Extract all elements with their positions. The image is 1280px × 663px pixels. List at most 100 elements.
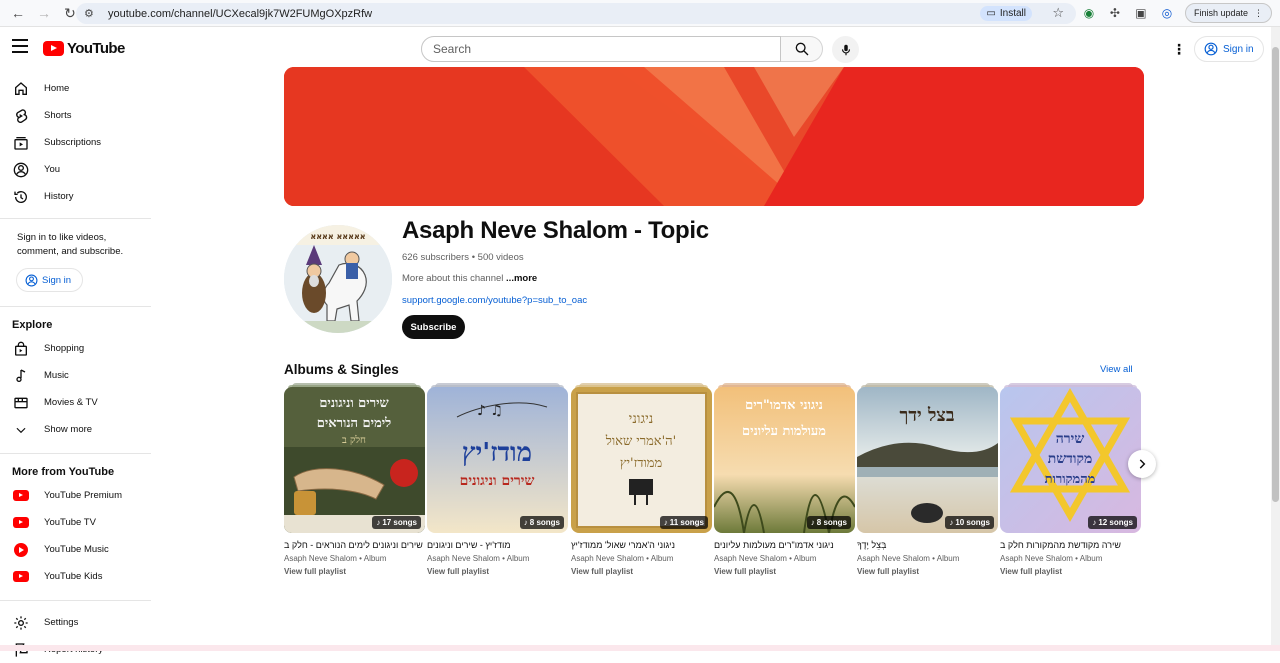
album-card[interactable]: שירים וניגונים לימים הנוראים חלק ב ♪17 s… xyxy=(284,387,425,576)
album-thumbnail[interactable]: שירים וניגונים לימים הנוראים חלק ב ♪17 s… xyxy=(284,387,425,533)
album-subtitle: Asaph Neve Shalom • Album xyxy=(427,554,568,563)
sidebar-label: Home xyxy=(44,83,69,94)
carousel-next-button[interactable] xyxy=(1128,450,1156,478)
forward-icon[interactable]: → xyxy=(34,3,54,23)
youtube-play-icon xyxy=(43,41,64,56)
sidebar-label: Subscriptions xyxy=(44,137,101,148)
sidebar-label: YouTube Premium xyxy=(44,490,122,501)
songs-count: 8 songs xyxy=(530,518,560,527)
album-card[interactable]: ניגוני אדמו"רים מעולמות עליונים ♪8 songs… xyxy=(714,387,855,576)
album-title[interactable]: שירים וניגונים לימים הנוראים - חלק ב xyxy=(284,539,425,552)
channel-description[interactable]: More about this channel ...more xyxy=(402,273,537,284)
youtube-logo[interactable]: YouTube xyxy=(43,40,125,57)
songs-count-badge: ♪8 songs xyxy=(520,516,564,529)
album-title[interactable]: מודז'יץ - שירים וניגונים xyxy=(427,539,568,552)
scrollbar-thumb[interactable] xyxy=(1272,47,1279,502)
view-playlist-link[interactable]: View full playlist xyxy=(571,567,712,576)
voice-search-button[interactable] xyxy=(832,36,859,63)
sidebar-label: Movies & TV xyxy=(44,397,98,408)
channel-link[interactable]: support.google.com/youtube?p=sub_to_oac xyxy=(402,295,587,306)
songs-count-badge: ♪12 songs xyxy=(1088,516,1137,529)
album-thumbnail[interactable]: ניגוני ה'אמרי שאול' ממודז'יץ ♪11 songs xyxy=(571,387,712,533)
sidebar-item-movies[interactable]: Movies & TV xyxy=(0,389,151,416)
youtube-tv-icon xyxy=(12,514,30,532)
extension-badge-icon[interactable]: ◉ xyxy=(1081,5,1097,21)
finish-update-button[interactable]: Finish update⋮ xyxy=(1185,3,1272,23)
thumb-text: מהמקורות xyxy=(1045,472,1096,487)
songs-count-badge: ♪17 songs xyxy=(372,516,421,529)
reading-list-icon[interactable]: ▣ xyxy=(1133,5,1149,21)
site-info-icon[interactable]: ⚙ xyxy=(84,7,100,20)
view-playlist-link[interactable]: View full playlist xyxy=(284,567,425,576)
sidebar-item-home[interactable]: Home xyxy=(0,75,151,102)
view-all-link[interactable]: View all xyxy=(1100,364,1133,375)
sidebar-label: Shopping xyxy=(44,343,84,354)
sidebar-item-youtube-music[interactable]: YouTube Music xyxy=(0,536,151,563)
sidebar-item-subscriptions[interactable]: Subscriptions xyxy=(0,129,151,156)
settings-kebab-icon[interactable]: ⋮ xyxy=(1172,41,1186,58)
channel-banner xyxy=(284,67,1144,206)
back-icon[interactable]: ← xyxy=(8,3,28,23)
search-placeholder: Search xyxy=(433,42,471,56)
extensions-puzzle-icon[interactable]: ✣ xyxy=(1107,5,1123,21)
songs-count-badge: ♪11 songs xyxy=(660,516,708,529)
album-card[interactable]: בצל ידך ♪10 songs בְּצֵל יָדֶךָ Asaph Ne… xyxy=(857,387,998,576)
signin-note: Sign in to like videos, comment, and sub… xyxy=(0,231,151,259)
sidebar-item-youtube-premium[interactable]: YouTube Premium xyxy=(0,482,151,509)
album-title[interactable]: שירה מקודשת מהמקורות חלק ב xyxy=(1000,539,1141,552)
more-link[interactable]: ...more xyxy=(506,273,537,284)
explore-heading: Explore xyxy=(0,315,151,335)
bookmark-star-icon[interactable]: ☆ xyxy=(1052,5,1064,21)
movies-icon xyxy=(12,394,30,412)
album-thumbnail[interactable]: בצל ידך ♪10 songs xyxy=(857,387,998,533)
sidebar-item-settings[interactable]: Settings xyxy=(0,609,151,636)
bottom-strip xyxy=(0,645,1280,651)
album-subtitle: Asaph Neve Shalom • Album xyxy=(571,554,712,563)
album-thumbnail[interactable]: שירה מקודשת מהמקורות ♪12 songs xyxy=(1000,387,1141,533)
search-input[interactable]: Search xyxy=(421,36,781,62)
sidebar-item-history[interactable]: History xyxy=(0,183,151,210)
sidebar-item-show-more[interactable]: Show more xyxy=(0,416,151,443)
channel-avatar[interactable]: אאאאא אאאא xyxy=(284,225,392,333)
subscribe-button[interactable]: Subscribe xyxy=(402,315,465,339)
profile-icon[interactable]: ◎ xyxy=(1159,5,1175,21)
subscriptions-icon xyxy=(12,134,30,152)
search-bar: Search xyxy=(421,36,823,62)
view-playlist-link[interactable]: View full playlist xyxy=(1000,567,1141,576)
sidebar: Home Shorts Subscriptions You History Si… xyxy=(0,69,151,651)
sidebar-item-youtube-kids[interactable]: YouTube Kids xyxy=(0,563,151,590)
sidebar-item-youtube-tv[interactable]: YouTube TV xyxy=(0,509,151,536)
signin-label: Sign in xyxy=(42,275,71,286)
album-title[interactable]: ניגוני ה'אמרי שאול' ממודז'יץ xyxy=(571,539,712,552)
view-playlist-link[interactable]: View full playlist xyxy=(427,567,568,576)
sidebar-item-you[interactable]: You xyxy=(0,156,151,183)
page-scrollbar[interactable] xyxy=(1271,27,1280,651)
hamburger-menu-icon[interactable] xyxy=(12,39,28,53)
album-title[interactable]: ניגוני אדמו"רים מעולמות עליונים xyxy=(714,539,855,552)
microphone-icon xyxy=(839,43,853,57)
sidebar-item-shorts[interactable]: Shorts xyxy=(0,102,151,129)
album-card[interactable]: ♪ ♫ מודז'יץ שירים וניגונים ♪8 songs מודז… xyxy=(427,387,568,576)
album-card[interactable]: ניגוני ה'אמרי שאול' ממודז'יץ ♪11 songs נ… xyxy=(571,387,712,576)
songs-count: 11 songs xyxy=(670,518,704,527)
album-subtitle: Asaph Neve Shalom • Album xyxy=(714,554,855,563)
view-playlist-link[interactable]: View full playlist xyxy=(857,567,998,576)
albums-section-title[interactable]: Albums & Singles xyxy=(284,362,399,377)
music-note-icon: ♪ xyxy=(376,518,380,527)
sidebar-signin-button[interactable]: Sign in xyxy=(16,268,83,292)
install-button[interactable]: ▭Install xyxy=(980,6,1032,21)
view-playlist-link[interactable]: View full playlist xyxy=(714,567,855,576)
signin-button[interactable]: Sign in xyxy=(1194,36,1264,62)
search-button[interactable] xyxy=(781,36,823,62)
album-card[interactable]: שירה מקודשת מהמקורות ♪12 songs שירה מקוד… xyxy=(1000,387,1141,576)
album-thumbnail[interactable]: ♪ ♫ מודז'יץ שירים וניגונים ♪8 songs xyxy=(427,387,568,533)
thumb-text: ניגוני אדמו"רים xyxy=(745,398,823,413)
address-bar[interactable]: ⚙ youtube.com/channel/UCXecal9jk7W2FUMgO… xyxy=(76,3,1076,24)
sidebar-item-music[interactable]: Music xyxy=(0,362,151,389)
shorts-icon xyxy=(12,107,30,125)
album-title[interactable]: בְּצֵל יָדֶךָ xyxy=(857,539,998,552)
sidebar-divider xyxy=(0,600,151,601)
album-thumbnail[interactable]: ניגוני אדמו"רים מעולמות עליונים ♪8 songs xyxy=(714,387,855,533)
sidebar-item-shopping[interactable]: Shopping xyxy=(0,335,151,362)
install-label: Install xyxy=(1000,8,1026,19)
